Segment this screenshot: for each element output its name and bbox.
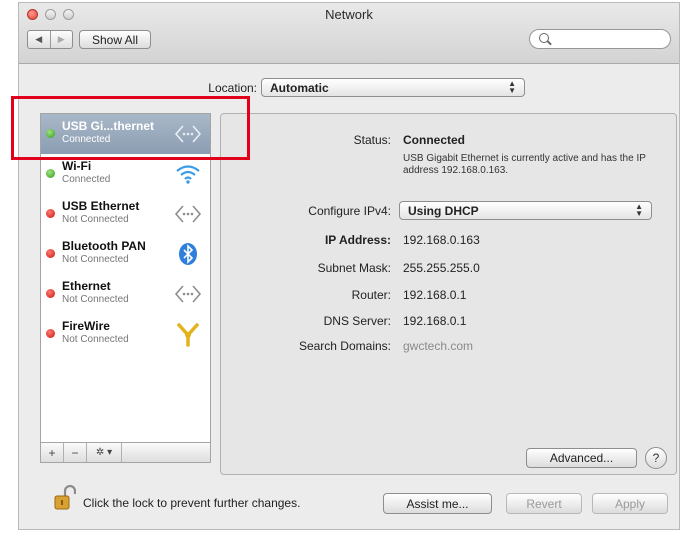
network-preferences-window: Network ◀ ▶ Show All Location: Automatic… [18, 2, 680, 530]
status-dot-icon [46, 329, 55, 338]
service-status: Not Connected [62, 254, 129, 265]
status-dot-icon [46, 169, 55, 178]
service-detail-panel: Status: Connected USB Gigabit Ethernet i… [220, 113, 677, 475]
ethernet-icon [173, 201, 203, 227]
search-input[interactable] [554, 32, 664, 46]
lock-icon[interactable] [54, 484, 77, 511]
titlebar: Network ◀ ▶ Show All [19, 3, 679, 64]
ethernet-icon [173, 281, 203, 307]
wifi-icon [173, 161, 203, 187]
location-value: Automatic [270, 80, 329, 95]
status-description: USB Gigabit Ethernet is currently active… [403, 153, 646, 176]
service-name: Wi-Fi [62, 159, 92, 173]
service-status: Not Connected [62, 294, 129, 305]
ip-address-label: IP Address: [324, 233, 391, 247]
subnet-mask-label: Subnet Mask: [317, 261, 391, 275]
configure-ipv4-label: Configure IPv4: [308, 204, 391, 218]
status-dot-icon [46, 249, 55, 258]
forward-arrow-icon: ▶ [57, 34, 65, 44]
service-name: Bluetooth PAN [62, 239, 146, 253]
location-popup[interactable]: Automatic ▲ ▼ [261, 78, 525, 97]
service-name: USB Ethernet [62, 199, 140, 213]
gear-menu-button[interactable]: ✲ ▾ [87, 443, 122, 462]
search-icon [539, 33, 549, 43]
firewire-icon [173, 321, 203, 347]
service-status: Connected [62, 174, 111, 185]
back-forward-control: ◀ ▶ [27, 30, 73, 49]
back-arrow-icon: ◀ [35, 34, 43, 44]
service-status: Not Connected [62, 214, 129, 225]
ip-address-value: 192.168.0.163 [403, 233, 480, 247]
service-item-wifi[interactable]: Wi-Fi Connected [41, 154, 210, 194]
add-service-button[interactable]: + [41, 443, 64, 462]
revert-button[interactable]: Revert [506, 493, 582, 514]
lock-message: Click the lock to prevent further change… [83, 496, 301, 510]
search-domains-value: gwctech.com [403, 339, 474, 353]
bluetooth-icon [173, 241, 203, 267]
highlight-box [11, 96, 250, 160]
location-label: Location: [208, 81, 257, 95]
dns-server-value: 192.168.0.1 [403, 314, 467, 328]
search-field[interactable] [529, 29, 671, 49]
service-item-firewire[interactable]: FireWire Not Connected [41, 314, 210, 354]
router-value: 192.168.0.1 [403, 288, 467, 302]
apply-button[interactable]: Apply [592, 493, 668, 514]
service-list-toolbar: + − ✲ ▾ [40, 443, 211, 463]
show-all-button[interactable]: Show All [79, 30, 151, 49]
service-name: Ethernet [62, 279, 111, 293]
status-dot-icon [46, 209, 55, 218]
service-item-ethernet[interactable]: Ethernet Not Connected [41, 274, 210, 314]
service-item-usb-ethernet[interactable]: USB Ethernet Not Connected [41, 194, 210, 234]
configure-ipv4-popup[interactable]: Using DHCP ▲ ▼ [399, 201, 652, 220]
service-name: FireWire [62, 319, 110, 333]
advanced-button[interactable]: Advanced... [526, 448, 637, 468]
search-domains-label: Search Domains: [298, 339, 391, 353]
status-dot-icon [46, 289, 55, 298]
router-label: Router: [351, 288, 391, 302]
forward-button[interactable]: ▶ [49, 31, 73, 48]
service-item-bluetooth-pan[interactable]: Bluetooth PAN Not Connected [41, 234, 210, 274]
remove-service-button[interactable]: − [64, 443, 87, 462]
help-button[interactable]: ? [645, 447, 667, 469]
popup-arrows-icon: ▲ ▼ [635, 202, 643, 218]
popup-arrows-icon: ▲ ▼ [508, 79, 516, 95]
service-status: Not Connected [62, 334, 129, 345]
dns-server-label: DNS Server: [323, 314, 391, 328]
subnet-mask-value: 255.255.255.0 [403, 261, 480, 275]
configure-ipv4-value: Using DHCP [408, 203, 479, 218]
status-value: Connected [403, 133, 466, 147]
service-list: USB Gi...thernet Connected Wi-Fi Connect… [40, 113, 211, 443]
assist-me-button[interactable]: Assist me... [383, 493, 492, 514]
back-button[interactable]: ◀ [28, 31, 50, 48]
window-title: Network [325, 7, 373, 22]
